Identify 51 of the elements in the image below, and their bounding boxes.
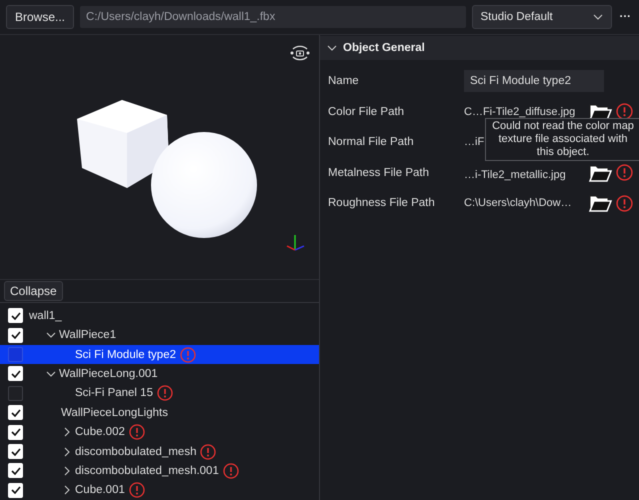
file-path-value: …iF	[464, 136, 484, 148]
name-field[interactable]: Sci Fi Module type2	[464, 70, 604, 92]
caret-icon	[592, 14, 602, 20]
tree-item[interactable]: WallPieceLongLights	[0, 403, 319, 422]
tree-item-label: Sci Fi Module type2	[75, 348, 176, 361]
tree-item[interactable]: discombobulated_mesh.001	[0, 461, 319, 481]
field-label: Metalness File Path	[328, 166, 430, 179]
checkmark-icon	[10, 312, 20, 320]
tree-item[interactable]: discombobulated_mesh	[0, 442, 319, 462]
tree-item[interactable]: Cube.002	[0, 422, 319, 442]
checkbox[interactable]	[8, 386, 23, 401]
file-path-value: …i-Tile2_metallic.jpg	[464, 168, 566, 181]
checkmark-icon	[10, 466, 20, 475]
tree-item[interactable]: Sci Fi Module type2	[0, 344, 319, 364]
folder-icon[interactable]	[588, 162, 612, 183]
tree-item-label: discombobulated_mesh.001	[75, 464, 219, 477]
file-path-field[interactable]: C:/Users/clayh/Downloads/wall1_.fbx	[80, 6, 466, 28]
tree-item[interactable]: WallPieceLong.001	[0, 364, 319, 384]
checkmark-icon	[10, 448, 20, 456]
field-label: Color File Path	[328, 106, 406, 118]
checkmark-icon	[10, 486, 20, 494]
tree-item-label: Cube.001	[75, 484, 125, 496]
folder-icon[interactable]	[588, 193, 612, 214]
file-path-value: C:\Users\clayh\Dow…	[464, 197, 572, 210]
field-label: Name	[328, 75, 360, 88]
checkmark-icon	[10, 370, 20, 378]
checkmark-icon	[10, 331, 20, 340]
field-label: Normal File Path	[328, 136, 415, 148]
file-path-value: C…Fi-Tile2_diffuse.jpg	[464, 106, 576, 118]
tree-item-label: Sci-Fi Panel 15	[75, 387, 153, 400]
tree-item[interactable]: WallPiece1	[0, 325, 319, 345]
checkmark-icon	[10, 428, 20, 436]
section-title: Object General	[343, 42, 425, 54]
more-button[interactable]: ···	[618, 11, 633, 24]
section-header[interactable]: Object General	[320, 36, 639, 60]
browse-button[interactable]: Browse...	[6, 5, 74, 30]
collapse-button[interactable]: Collapse	[4, 281, 63, 302]
checkbox[interactable]	[8, 347, 23, 362]
tree-item[interactable]: wall1_	[0, 306, 319, 326]
preset-dropdown[interactable]: Studio Default	[472, 5, 612, 30]
tree-item-label: Cube.002	[75, 426, 125, 438]
field-label: Roughness File Path	[328, 197, 436, 210]
tree-item[interactable]: Sci-Fi Panel 15	[0, 384, 319, 404]
tree-item-label: WallPieceLong.001	[59, 368, 158, 380]
checkmark-icon	[10, 408, 20, 417]
tree-item-label: wall1_	[29, 310, 62, 322]
tree-item-label: WallPieceLongLights	[61, 406, 168, 419]
tree-item[interactable]: Cube.001	[0, 480, 319, 500]
tooltip: Could not read the color map texture file associated with this object.	[485, 118, 639, 162]
tree-item-label: discombobulated_mesh	[75, 446, 196, 458]
tree-item-label: WallPiece1	[59, 329, 116, 342]
